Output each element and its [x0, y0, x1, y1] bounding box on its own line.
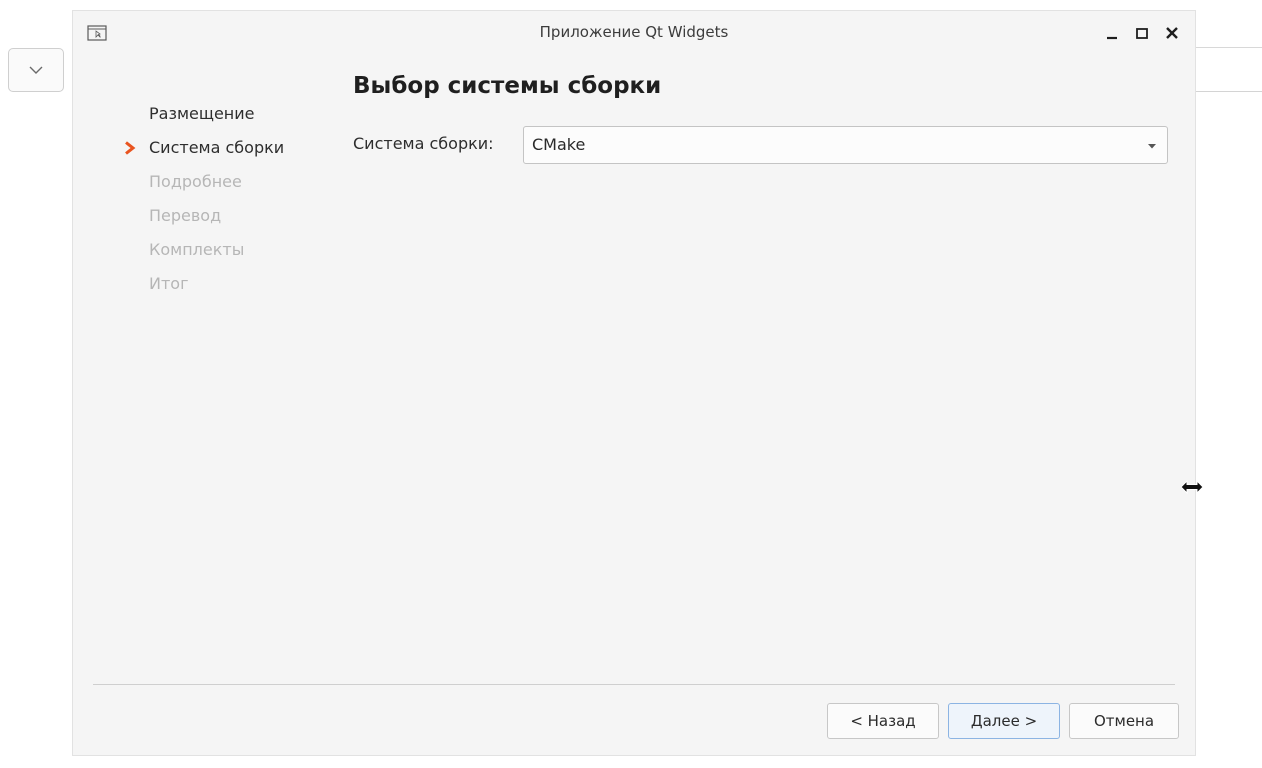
dropdown-arrow-icon	[1148, 144, 1156, 149]
step-label: Подробнее	[149, 172, 242, 191]
step-label: Размещение	[149, 104, 255, 123]
step-details: Подробнее	[113, 165, 284, 199]
back-button[interactable]: < Назад	[827, 703, 939, 739]
resize-horizontal-cursor-icon	[1180, 480, 1204, 494]
title-bar[interactable]: Приложение Qt Widgets	[73, 11, 1195, 57]
minimize-icon	[1107, 36, 1117, 40]
minimize-button[interactable]	[1101, 21, 1123, 45]
cancel-button[interactable]: Отмена	[1069, 703, 1179, 739]
footer-separator	[93, 684, 1175, 685]
build-system-value: CMake	[532, 135, 586, 154]
step-translation: Перевод	[113, 199, 284, 233]
wizard-steps: Размещение Система сборки Подробнее Пере…	[113, 97, 284, 301]
wizard-dialog: Приложение Qt Widgets Размещение Система…	[72, 10, 1196, 756]
step-summary: Итог	[113, 267, 284, 301]
step-label: Итог	[149, 274, 189, 293]
close-icon	[1166, 27, 1178, 39]
next-button[interactable]: Далее >	[948, 703, 1060, 739]
maximize-icon	[1136, 28, 1148, 39]
step-build-system: Система сборки	[113, 131, 284, 165]
chevron-right-icon	[125, 141, 136, 155]
step-label: Комплекты	[149, 240, 245, 259]
window-title: Приложение Qt Widgets	[539, 23, 729, 41]
page-title: Выбор системы сборки	[353, 73, 662, 99]
build-system-label: Система сборки:	[353, 134, 494, 153]
background-dropdown[interactable]	[8, 48, 64, 92]
step-label: Перевод	[149, 206, 222, 225]
window-controls	[1101, 21, 1183, 45]
step-location: Размещение	[113, 97, 284, 131]
maximize-button[interactable]	[1131, 21, 1153, 45]
build-system-combobox[interactable]: CMake	[523, 126, 1168, 164]
close-button[interactable]	[1161, 21, 1183, 45]
step-kits: Комплекты	[113, 233, 284, 267]
step-label: Система сборки	[149, 138, 285, 157]
background-app-strip	[1196, 8, 1262, 92]
chevron-down-icon	[29, 66, 43, 74]
